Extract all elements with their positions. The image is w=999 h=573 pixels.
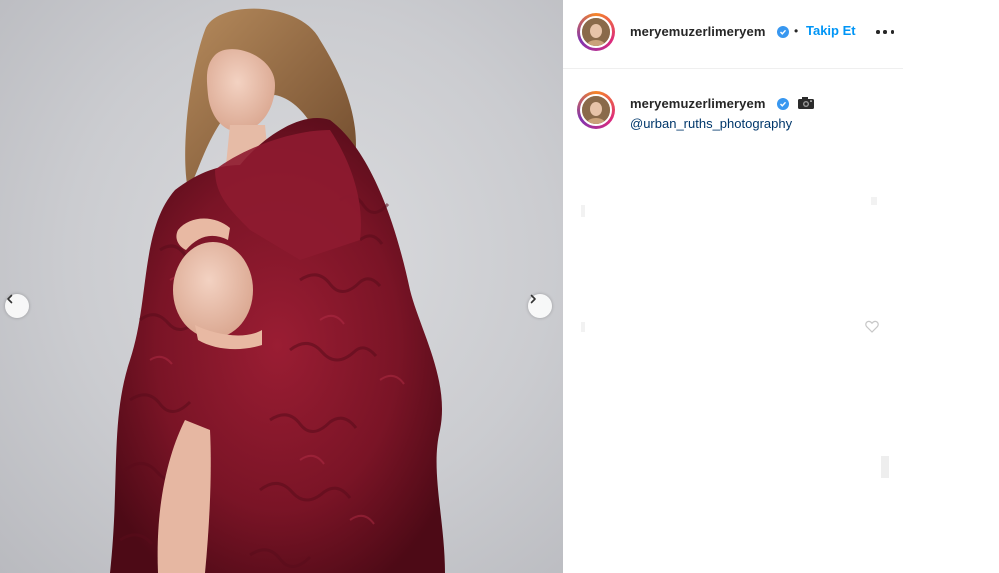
faint-artifact (871, 197, 877, 205)
separator-dot: • (794, 24, 799, 38)
avatar-image (580, 16, 612, 48)
post-username[interactable]: meryemuzerlimeryem (630, 24, 766, 39)
faint-artifact (881, 456, 889, 478)
chevron-left-icon (7, 294, 13, 304)
avatar-image (580, 94, 612, 126)
verified-badge-icon (777, 98, 789, 110)
like-heart-icon[interactable] (865, 320, 879, 333)
post-side-panel: meryemuzerlimeryem • Takip Et meryemuzer… (563, 0, 903, 573)
caption-username[interactable]: meryemuzerlimeryem (630, 96, 766, 111)
next-photo-button[interactable] (528, 294, 552, 318)
chevron-right-icon (530, 294, 536, 304)
verified-badge-icon (777, 26, 789, 38)
previous-photo-button[interactable] (5, 294, 29, 318)
more-options-button[interactable] (876, 26, 894, 38)
faint-artifact (581, 205, 585, 217)
photographer-mention-link[interactable]: @urban_ruths_photography (630, 116, 792, 131)
post-photo (0, 0, 563, 573)
post-header: meryemuzerlimeryem • Takip Et (563, 0, 903, 69)
avatar[interactable] (577, 13, 615, 51)
maternity-photo-illustration (110, 8, 445, 573)
camera-icon (798, 97, 814, 109)
faint-artifact (581, 322, 585, 332)
follow-button[interactable]: Takip Et (806, 23, 856, 38)
caption-avatar[interactable] (577, 91, 615, 129)
page-margin (903, 0, 999, 573)
more-options-icon (876, 30, 880, 34)
